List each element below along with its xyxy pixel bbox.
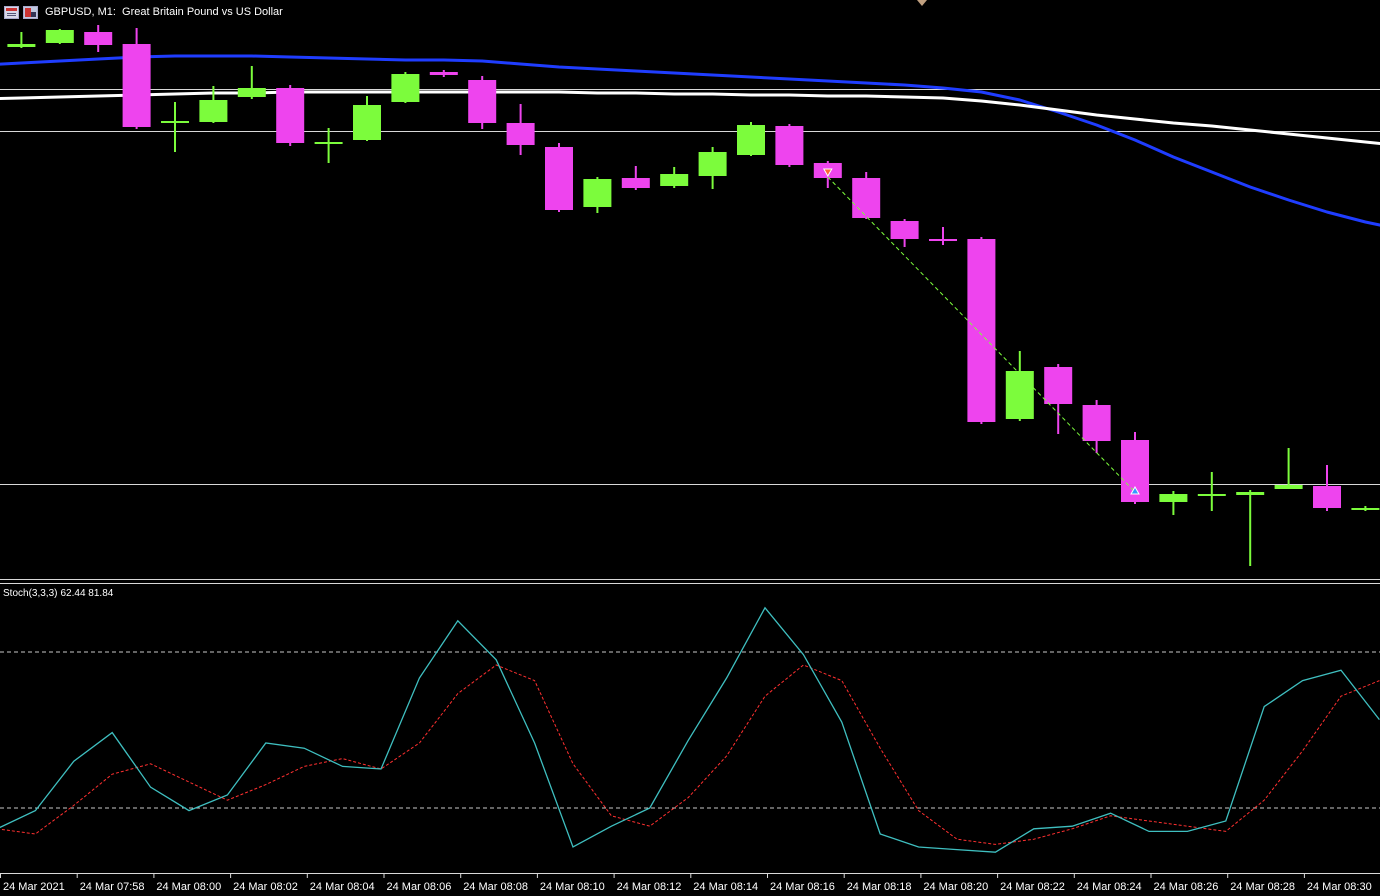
bear-candle [621, 178, 650, 188]
moving-average-fast [0, 54, 1380, 227]
bull-candle [583, 179, 612, 207]
bull-candle [199, 100, 228, 122]
bull-candle [1236, 492, 1265, 495]
time-axis-label: 24 Mar 08:30 [1307, 881, 1372, 893]
indicator-name: Stoch(3,3,3) [3, 588, 58, 599]
time-axis-label: 24 Mar 08:22 [1000, 881, 1065, 893]
indicator-label: Stoch(3,3,3) 62.44 81.84 [3, 588, 113, 599]
bull-candle [1005, 371, 1034, 419]
time-axis-label: 24 Mar 08:20 [923, 881, 988, 893]
time-axis-label: 24 Mar 08:08 [463, 881, 528, 893]
bear-candle [890, 221, 919, 239]
bear-candle [775, 126, 804, 165]
symbol-description: Great Britain Pound vs US Dollar [122, 6, 283, 18]
bear-candle [506, 123, 535, 145]
bull-candle [1274, 485, 1303, 489]
bull-candle [660, 174, 689, 186]
time-axis-label: 24 Mar 08:06 [387, 881, 452, 893]
bear-candle [1313, 486, 1341, 508]
bear-candle [468, 80, 497, 123]
bull-candle [1197, 494, 1226, 496]
bull-candle [7, 44, 36, 47]
timeframe: M1 [97, 6, 113, 18]
time-axis-label: 24 Mar 08:28 [1230, 881, 1295, 893]
bull-candle [161, 121, 189, 123]
stoch-signal-line [0, 664, 1380, 845]
symbol-name: GBPUSD [45, 6, 92, 18]
time-axis-label: 24 Mar 2021 [3, 881, 65, 893]
stoch-signal-value: 81.84 [88, 588, 114, 599]
chart-shift-marker-icon[interactable] [917, 0, 927, 6]
bull-candle [237, 88, 266, 97]
bear-candle [122, 44, 151, 127]
bull-candle [45, 30, 74, 43]
time-axis-label: 24 Mar 08:02 [233, 881, 298, 893]
bear-candle [276, 88, 305, 143]
time-axis-label: 24 Mar 08:04 [310, 881, 375, 893]
time-axis-label: 24 Mar 08:26 [1154, 881, 1219, 893]
stoch-main-line [0, 606, 1380, 853]
bull-candle [1159, 494, 1188, 502]
symbol-window-icon[interactable] [23, 5, 38, 19]
time-axis-label: 24 Mar 08:10 [540, 881, 605, 893]
chart-title: GBPUSD, M1: Great Britain Pound vs US Do… [45, 6, 283, 18]
bear-candle [545, 147, 573, 210]
time-axis-label: 24 Mar 08:16 [770, 881, 835, 893]
bull-candle [1351, 508, 1380, 510]
chart-window[interactable]: 24 Mar 2021 24 Mar 07:58 24 Mar 08:00 24 Ma… [0, 0, 1380, 896]
bear-candle [929, 239, 957, 241]
time-axis-label: 24 Mar 08:12 [617, 881, 682, 893]
bull-candle [314, 142, 343, 144]
bear-candle [967, 239, 996, 422]
stoch-main-value: 62.44 [60, 588, 86, 599]
time-axis-label: 24 Mar 08:18 [847, 881, 912, 893]
bull-candle [391, 74, 420, 102]
bear-candle [852, 178, 881, 218]
bull-candle [698, 152, 727, 176]
time-axis-label: 24 Mar 08:14 [693, 881, 758, 893]
bear-candle [84, 32, 113, 45]
bear-candle [429, 72, 458, 75]
time-axis-label: 24 Mar 08:00 [156, 881, 221, 893]
bull-candle [353, 105, 381, 140]
bull-candle [737, 125, 765, 155]
chart-window-icon[interactable] [4, 5, 19, 19]
trendline[interactable] [827, 176, 1136, 493]
title-separator: , [91, 6, 95, 18]
time-axis-label: 24 Mar 07:58 [80, 881, 145, 893]
time-axis-label: 24 Mar 08:24 [1077, 881, 1142, 893]
price-chart-canvas[interactable]: 24 Mar 2021 24 Mar 07:58 24 Mar 08:00 24 Ma… [0, 0, 1380, 896]
chart-title-bar: GBPUSD, M1: Great Britain Pound vs US Do… [4, 4, 283, 20]
bear-candle [1044, 367, 1073, 404]
bear-candle [1082, 405, 1111, 441]
